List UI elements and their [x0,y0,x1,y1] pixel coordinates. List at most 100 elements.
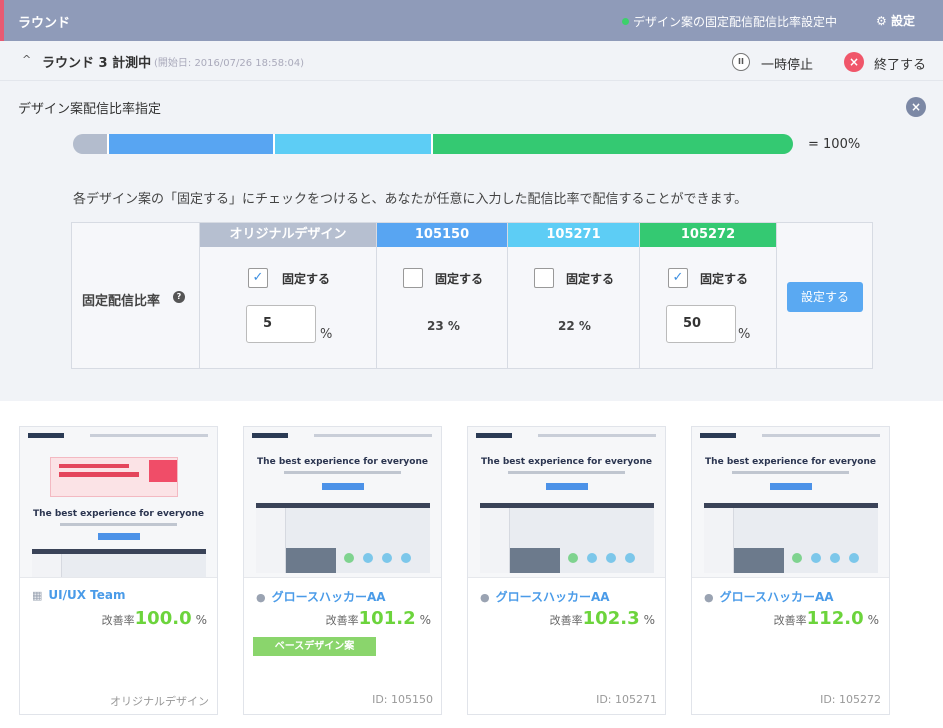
thumb-subtext [60,523,177,526]
ratio-panel: デザイン案配信比率指定 × = 100% 各デザイン案の「固定する」にチェックを… [0,81,943,401]
design-id: ID: 105150 [372,693,433,706]
rate-value: 102.3 [582,608,640,629]
thumb-banner [50,457,178,497]
ratio-input[interactable]: 50 [666,305,736,343]
rate-unit: % [195,613,207,627]
round-start-date: (開始日: 2016/07/26 18:58:04) [154,58,305,69]
thumb-hero-text: The best experience for everyone [481,457,652,467]
pause-button[interactable]: 一時停止 [761,54,813,73]
design-thumbnail[interactable]: The best experience for everyone [468,427,665,578]
thumb-screenshot [480,503,654,573]
thumb-menu [538,434,656,437]
stop-icon[interactable]: × [844,52,864,72]
thumb-logo [252,433,288,438]
ratio-description: 各デザイン案の「固定する」にチェックをつけると、あなたが任意に入力した配信比率で… [73,192,748,207]
design-thumbnail[interactable]: The best experience for everyone [20,427,217,578]
author-name: グロースハッカーAA [719,590,834,604]
ratio-value: 22 % [558,319,591,333]
thumb-dot [849,553,859,563]
thumb-cta [98,533,140,540]
thumb-dot [792,553,802,563]
ratio-table: 固定配信比率 ? オリジナルデザイン ✓ 固定する 5 % 105150 固定す… [71,222,873,369]
thumb-subtext [284,471,401,474]
fix-checkbox[interactable] [534,268,554,288]
thumb-menu [762,434,880,437]
collapse-chevron-icon[interactable]: ^ [22,53,31,66]
fix-checkbox-label: 固定する [566,272,615,286]
ratio-total: = 100% [808,137,861,152]
row-label-cell: 固定配信比率 ? [72,223,200,368]
ratio-value: 23 % [427,319,460,333]
design-card[interactable]: The best experience for everyone ● グロースハッ… [243,426,442,715]
help-icon[interactable]: ? [173,291,185,303]
author[interactable]: ● グロースハッカーAA [704,588,834,605]
settings-button[interactable]: ⚙ 設定 [876,12,915,29]
user-icon: ● [256,591,266,604]
building-icon: ▦ [32,589,43,602]
thumb-dot [606,553,616,563]
column-header: 105271 [508,223,639,247]
design-id: ID: 105271 [596,693,657,706]
ratio-bar-segment [73,134,109,154]
rate-value: 112.0 [806,608,864,629]
thumb-image [286,548,336,573]
user-icon: ● [704,591,714,604]
thumb-banner-tag [149,460,177,482]
page-title: ラウンド [18,16,71,31]
thumb-hero-text: The best experience for everyone [705,457,876,467]
rate-unit: % [419,613,431,627]
round-bar: ^ ラウンド 3 計測中 (開始日: 2016/07/26 18:58:04) … [0,41,943,81]
thumb-banner-line [59,464,129,468]
design-card[interactable]: The best experience for everyone ▦ UI/UX … [19,426,218,715]
stop-button[interactable]: 終了する [874,54,926,73]
author[interactable]: ▦ UI/UX Team [32,588,126,602]
ratio-panel-title: デザイン案配信比率指定 [18,102,162,117]
thumb-sidebar [256,508,286,573]
fix-checkbox[interactable]: ✓ [248,268,268,288]
fix-checkbox[interactable]: ✓ [668,268,688,288]
design-card[interactable]: The best experience for everyone ● グロースハッ… [691,426,890,715]
rate-unit: % [867,613,879,627]
pause-icon[interactable]: II [732,53,750,71]
row-label: 固定配信比率 [82,294,161,309]
thumb-dot [587,553,597,563]
close-icon[interactable]: × [906,97,926,117]
improvement-rate: 改善率101.2% [326,608,431,629]
rate-unit: % [643,613,655,627]
status-dot-icon [622,18,629,25]
design-thumbnail[interactable]: The best experience for everyone [692,427,889,578]
thumb-image [734,548,784,573]
thumb-logo [28,433,64,438]
design-id: ID: 105272 [820,693,881,706]
status-text: デザイン案の固定配信配信比率設定中 [622,13,837,30]
improvement-rate: 改善率102.3% [550,608,655,629]
thumb-dots [792,552,872,563]
ratio-bar-segment [109,134,275,154]
round-title: ラウンド 3 計測中 [42,56,152,71]
thumb-dots [344,552,424,563]
status-label: デザイン案の固定配信配信比率設定中 [633,15,838,29]
author[interactable]: ● グロースハッカーAA [256,588,386,605]
thumb-cta [546,483,588,490]
thumb-logo [700,433,736,438]
fix-checkbox-label: 固定する [435,272,484,286]
column-105271: 105271 固定する 22 % [508,223,640,368]
thumb-banner-line [59,472,139,477]
ratio-bar-segment [432,134,793,154]
ratio-input[interactable]: 5 [246,305,316,343]
fix-checkbox[interactable] [403,268,423,288]
set-ratio-button[interactable]: 設定する [787,282,863,312]
thumb-cta [770,483,812,490]
thumb-screenshot [256,503,430,573]
author-name: グロースハッカーAA [495,590,610,604]
column-header: 105150 [377,223,507,247]
design-thumbnail[interactable]: The best experience for everyone [244,427,441,578]
thumb-dot [363,553,373,563]
author[interactable]: ● グロースハッカーAA [480,588,610,605]
fix-checkbox-label: 固定する [700,272,749,286]
top-header: ラウンド デザイン案の固定配信配信比率設定中 ⚙ 設定 [0,0,943,41]
thumb-sidebar [480,508,510,573]
thumb-dot [382,553,392,563]
thumb-dot [811,553,821,563]
design-card[interactable]: The best experience for everyone ● グロースハッ… [467,426,666,715]
